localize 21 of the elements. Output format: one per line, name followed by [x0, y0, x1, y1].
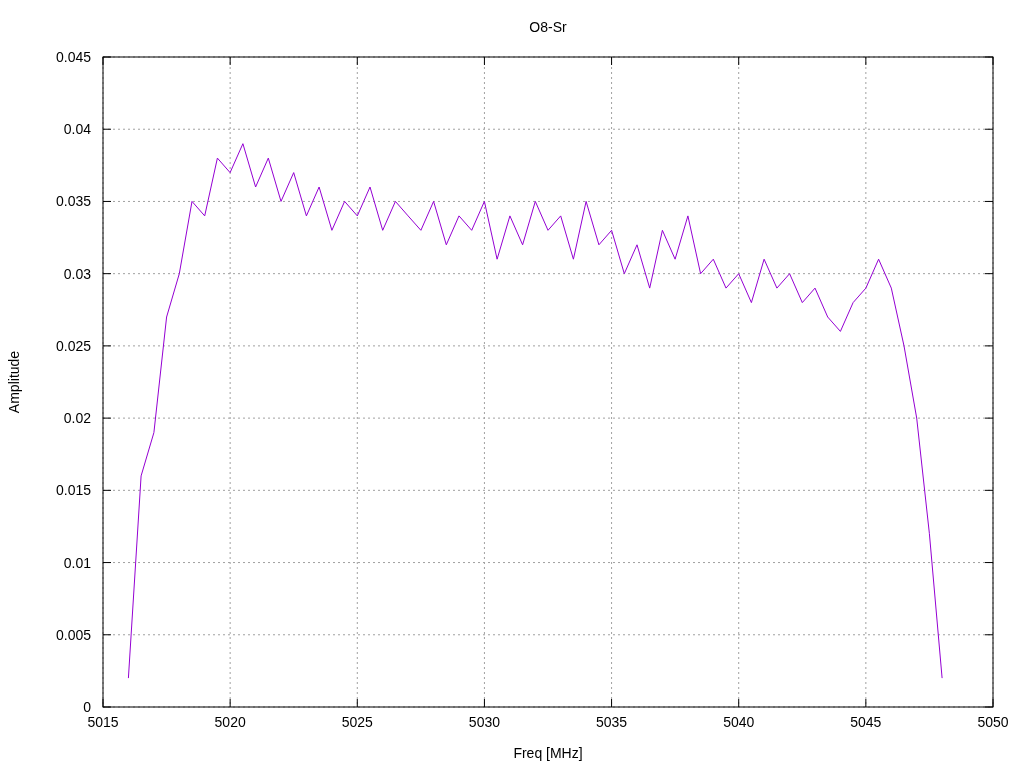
y-tick-label: 0.005: [55, 626, 91, 643]
y-tick-label: 0.02: [63, 410, 91, 427]
x-tick-label: 5025: [341, 714, 373, 730]
chart-title: O8-Sr: [529, 19, 567, 35]
y-axis-label: Amplitude: [6, 350, 22, 414]
y-tick-label: 0.045: [55, 49, 91, 65]
y-tick-label: 0.04: [63, 121, 91, 138]
x-tick-label: 5020: [214, 714, 246, 730]
y-tick-label: 0.01: [63, 554, 91, 571]
y-tick-label: 0.03: [63, 265, 91, 282]
y-tick-label: 0: [83, 699, 91, 715]
x-tick-label: 5050: [977, 714, 1009, 730]
y-tick-label: 0.025: [55, 337, 91, 354]
x-tick-label: 5035: [596, 714, 628, 730]
y-tick-label: 0.015: [55, 482, 91, 499]
x-tick-label: 5015: [87, 714, 119, 730]
x-tick-label: 5030: [468, 714, 500, 730]
x-tick-label: 5045: [850, 714, 882, 730]
x-tick-label: 5040: [723, 714, 755, 730]
y-tick-label: 0.035: [55, 193, 91, 210]
x-axis-label: Freq [MHz]: [513, 745, 583, 761]
